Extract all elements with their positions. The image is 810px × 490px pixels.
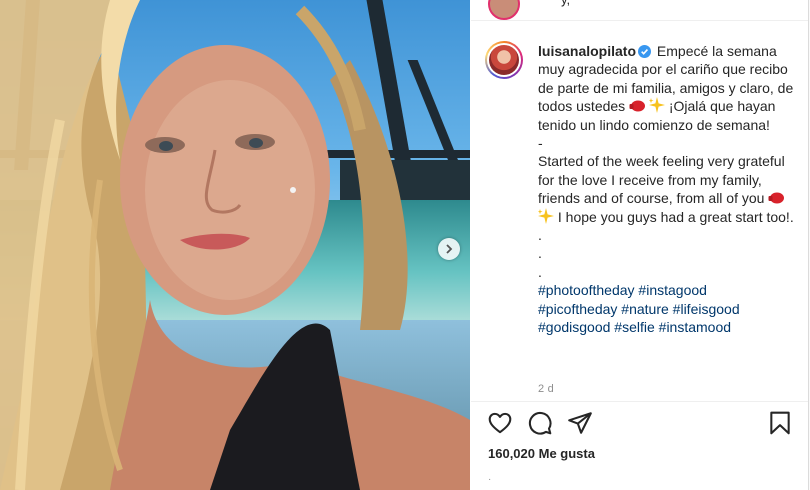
hashtag-link[interactable]: #picoftheday bbox=[538, 301, 617, 317]
avatar-ring-inner bbox=[487, 43, 521, 77]
like-button[interactable] bbox=[487, 410, 513, 441]
post-caption: luisanalopilato Empecé la semana muy agr… bbox=[538, 42, 800, 337]
action-bar bbox=[487, 410, 797, 440]
paper-plane-icon bbox=[568, 412, 592, 434]
caption-area: luisanalopilato Empecé la semana muy agr… bbox=[471, 21, 808, 401]
hashtag-link[interactable]: #photooftheday bbox=[538, 282, 635, 298]
verified-badge-icon bbox=[638, 45, 652, 58]
hashtag-link[interactable]: #instagood bbox=[638, 282, 707, 298]
avatar[interactable] bbox=[488, 0, 520, 20]
hashtag-link[interactable]: #instamood bbox=[659, 319, 731, 335]
header-partial-text: y, bbox=[561, 0, 570, 7]
username-link[interactable]: luisanalopilato bbox=[538, 43, 636, 59]
caption-text-en: Started of the week feeling very gratefu… bbox=[538, 153, 789, 207]
caption-dot: . bbox=[538, 227, 542, 244]
share-button[interactable] bbox=[567, 410, 593, 441]
divider bbox=[471, 401, 808, 402]
post-photo[interactable] bbox=[0, 0, 470, 490]
selfie-portrait bbox=[0, 0, 470, 490]
hashtag-link[interactable]: #nature bbox=[621, 301, 668, 317]
save-button[interactable] bbox=[767, 410, 793, 441]
sparkles-icon bbox=[538, 207, 554, 224]
bookmark-icon bbox=[770, 411, 790, 435]
post-side-panel: y, luisanalopilato Empecé la semana muy … bbox=[471, 0, 808, 490]
boxing-glove-icon bbox=[629, 100, 646, 112]
previous-header-strip: y, bbox=[471, 0, 808, 21]
partial-row: · bbox=[488, 474, 492, 485]
hashtag-link[interactable]: #lifeisgood bbox=[673, 301, 740, 317]
boxing-glove-icon bbox=[768, 192, 785, 204]
hashtag-link[interactable]: #godisgood bbox=[538, 319, 610, 335]
likes-count[interactable]: 160,020 Me gusta bbox=[488, 446, 595, 461]
hashtag-link[interactable]: #selfie bbox=[614, 319, 654, 335]
author-avatar[interactable] bbox=[485, 41, 523, 79]
caption-separator: - bbox=[538, 135, 543, 152]
caption-dot: . bbox=[538, 245, 542, 262]
likes-number: 160,020 bbox=[488, 446, 535, 461]
caption-text-en-2: I hope you guys had a great start too!. bbox=[557, 208, 794, 225]
caption-dot: . bbox=[538, 263, 542, 280]
avatar-image bbox=[489, 45, 519, 75]
comment-icon bbox=[528, 411, 552, 435]
comment-button[interactable] bbox=[527, 410, 553, 441]
instagram-post-modal: y, luisanalopilato Empecé la semana muy … bbox=[0, 0, 809, 490]
post-timestamp[interactable]: 2 d bbox=[538, 383, 554, 395]
likes-label: Me gusta bbox=[538, 446, 595, 461]
sparkles-icon bbox=[648, 97, 665, 114]
next-slide-button[interactable] bbox=[438, 238, 460, 260]
heart-icon bbox=[488, 412, 512, 434]
chevron-right-icon bbox=[446, 244, 453, 254]
